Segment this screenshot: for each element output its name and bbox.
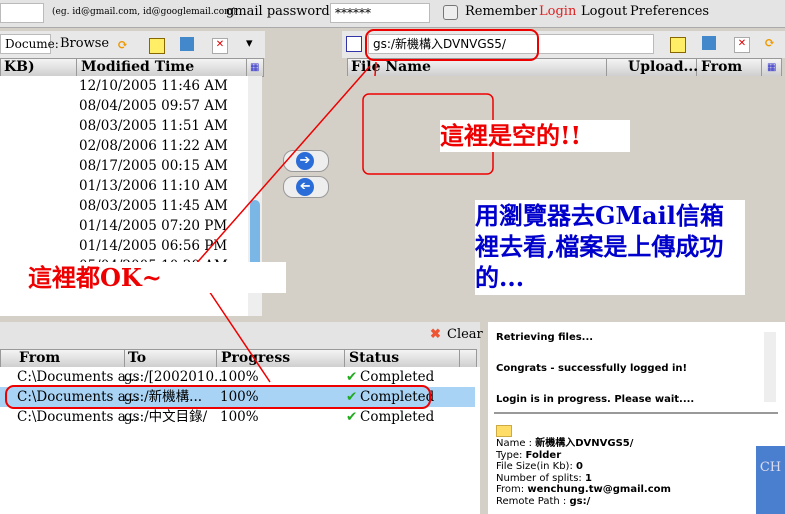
annotation-empty: 這裡是空的!! xyxy=(440,120,630,152)
annotation-note: 用瀏覽器去GMail信箱裡去看,檔案是上傳成功的... xyxy=(475,200,745,295)
annotation-ok: 這裡都OK~ xyxy=(28,262,286,293)
